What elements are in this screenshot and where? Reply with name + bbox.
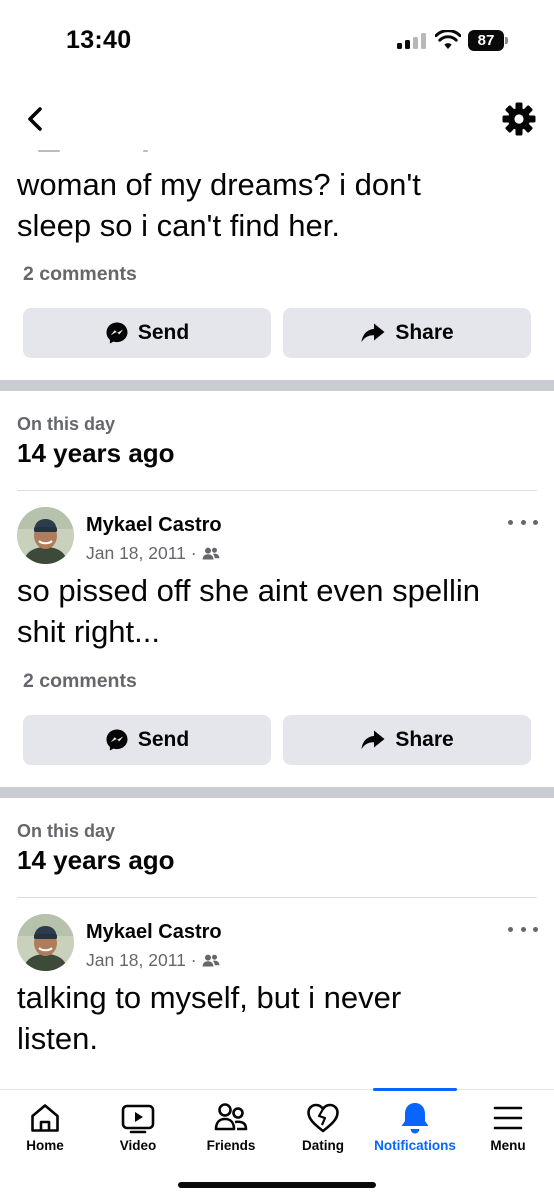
share-arrow-icon [361, 323, 385, 342]
section-divider [0, 380, 554, 391]
share-button[interactable]: Share [283, 308, 531, 358]
settings-button[interactable] [500, 100, 538, 138]
dot-icon [508, 519, 513, 525]
post-text-line: talking to myself, but i never [17, 980, 402, 1015]
years-ago-title: 14 years ago [17, 438, 175, 468]
post-meta: Jan 18, 2011 · [86, 543, 220, 564]
comments-count[interactable]: 2 comments [23, 263, 137, 286]
on-this-day-label: On this day [17, 414, 116, 434]
author-name[interactable]: Mykael Castro [86, 514, 222, 537]
messenger-icon [106, 322, 128, 344]
send-label: Send [137, 728, 190, 751]
avatar[interactable] [17, 914, 74, 971]
tab-home-label: Home [26, 1138, 64, 1153]
send-button[interactable]: Send [23, 308, 271, 358]
home-icon [27, 1100, 63, 1136]
dot-icon [520, 519, 526, 525]
dot-icon [508, 926, 513, 932]
dating-icon [305, 1100, 341, 1136]
share-label: Share [395, 321, 454, 344]
menu-icon [490, 1100, 526, 1136]
friends-audience-icon [202, 547, 220, 560]
friends-audience-icon [202, 954, 220, 967]
post-text: so pissed off she aint even spellin shit… [17, 570, 537, 652]
post-options-button[interactable] [508, 922, 538, 936]
status-bar: 13:40 87 [0, 0, 554, 80]
bell-icon [397, 1100, 433, 1136]
author-name[interactable]: Mykael Castro [86, 921, 222, 944]
post-text: woman of my dreams? i don't sleep so i c… [17, 164, 537, 246]
tab-menu[interactable]: Menu [462, 1090, 554, 1170]
years-ago-title: 14 years ago [17, 845, 175, 875]
chevron-left-icon [28, 107, 42, 131]
send-label: Send [137, 321, 190, 344]
share-button[interactable]: Share [283, 715, 531, 765]
avatar[interactable] [17, 507, 74, 564]
tab-friends[interactable]: Friends [186, 1090, 276, 1170]
separator [17, 490, 537, 491]
on-this-day-label: On this day [17, 821, 116, 841]
video-icon [120, 1100, 156, 1136]
wifi-icon [434, 29, 462, 50]
dot-icon [533, 519, 538, 525]
post-text-line: listen. [17, 1021, 98, 1056]
separator [17, 897, 537, 898]
section-divider [0, 787, 554, 798]
home-indicator[interactable] [178, 1182, 376, 1188]
comments-count[interactable]: 2 comments [23, 670, 137, 693]
status-time: 13:40 [66, 26, 132, 54]
post-text-line: woman of my dreams? i don't [17, 167, 421, 202]
profile-photo [17, 507, 74, 564]
send-button[interactable]: Send [23, 715, 271, 765]
tab-friends-label: Friends [206, 1138, 256, 1153]
profile-photo [17, 914, 74, 971]
tab-video[interactable]: Video [93, 1090, 183, 1170]
tab-notifications[interactable]: Notifications [366, 1090, 464, 1170]
tab-home[interactable]: Home [0, 1090, 90, 1170]
tab-video-label: Video [119, 1138, 157, 1153]
post-meta: Jan 18, 2011 · [86, 950, 220, 971]
cellular-signal-icon [397, 33, 427, 49]
battery-icon: 87 [468, 30, 508, 51]
dot-icon [533, 926, 538, 932]
tab-dating-label: Dating [302, 1138, 344, 1153]
post-date[interactable]: Jan 18, 2011 · [86, 543, 197, 564]
share-label: Share [395, 728, 454, 751]
post-options-button[interactable] [508, 515, 538, 529]
messenger-icon [106, 729, 128, 751]
post-text-line: shit right... [17, 614, 160, 649]
battery-level: 87 [468, 30, 504, 51]
post-text: talking to myself, but i never listen. [17, 977, 537, 1059]
tab-notifications-label: Notifications [374, 1138, 456, 1153]
gear-icon [502, 102, 536, 136]
friends-icon [213, 1100, 249, 1136]
post-text-line: so pissed off she aint even spellin [17, 573, 481, 608]
share-arrow-icon [361, 730, 385, 749]
tab-dating[interactable]: Dating [278, 1090, 368, 1170]
memories-page: 13:40 87 woman of my dreams? i don't sle… [0, 0, 554, 1200]
post-text-line: sleep so i can't find her. [17, 208, 341, 243]
clipped-text-fragment [38, 150, 148, 154]
dot-icon [520, 926, 526, 932]
tab-menu-label: Menu [490, 1138, 526, 1153]
back-button[interactable] [18, 102, 52, 136]
post-date[interactable]: Jan 18, 2011 · [86, 950, 197, 971]
